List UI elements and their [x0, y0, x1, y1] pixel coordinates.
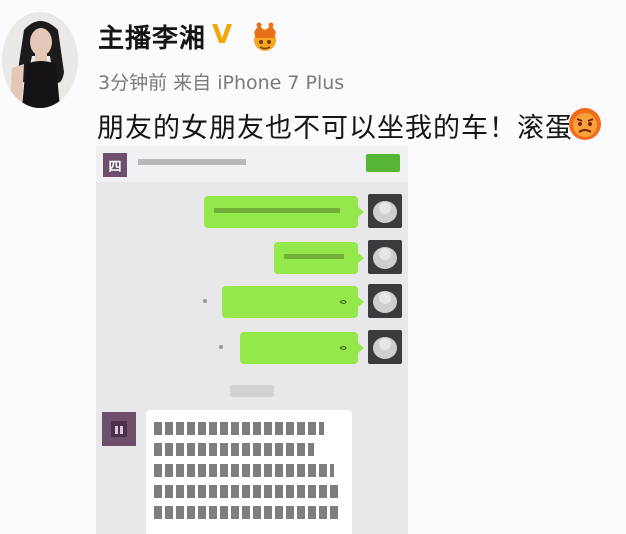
- chat-message: [96, 240, 408, 278]
- voice-icon: [339, 300, 347, 304]
- post-text: 朋友的女朋友也不可以坐我的车！滚蛋！: [97, 113, 601, 144]
- chat-avatar-other: [102, 412, 136, 446]
- chat-avatar-me: [368, 284, 402, 318]
- chat-send-button: [366, 154, 400, 172]
- username[interactable]: 主播李湘: [98, 18, 206, 55]
- crown-icon: [254, 22, 276, 51]
- post-source-prefix: 来自: [173, 72, 212, 94]
- angry-face-icon: [569, 108, 601, 140]
- chat-avatar-me: [368, 240, 402, 274]
- chat-message: [96, 284, 408, 322]
- chat-message: [96, 330, 408, 368]
- avatar[interactable]: [2, 12, 78, 108]
- post-time: 3分钟前: [98, 72, 168, 94]
- chat-avatar-me: [368, 330, 402, 364]
- chat-timestamp: [230, 385, 274, 397]
- chat-message: [96, 194, 408, 232]
- unread-dot-icon: [219, 345, 223, 349]
- chat-title-blurred: [138, 157, 248, 170]
- unread-dot-icon: [203, 299, 207, 303]
- chat-bubble-received: [146, 410, 352, 534]
- post-meta: 3分钟前 来自 iPhone 7 Plus: [98, 68, 344, 95]
- chat-voice-bubble: [222, 286, 364, 318]
- chat-voice-bubble: [240, 332, 364, 364]
- voice-icon: [339, 346, 347, 350]
- embedded-chat-image[interactable]: 四: [96, 146, 408, 534]
- chat-bubble-sent: [204, 196, 364, 228]
- chat-bubble-sent: [274, 242, 364, 274]
- chat-header: 四: [96, 146, 408, 182]
- post-source-device[interactable]: iPhone 7 Plus: [217, 72, 344, 94]
- chat-avatar-me: [368, 194, 402, 228]
- verified-badge: V: [212, 20, 233, 50]
- chat-group-icon: 四: [103, 153, 127, 177]
